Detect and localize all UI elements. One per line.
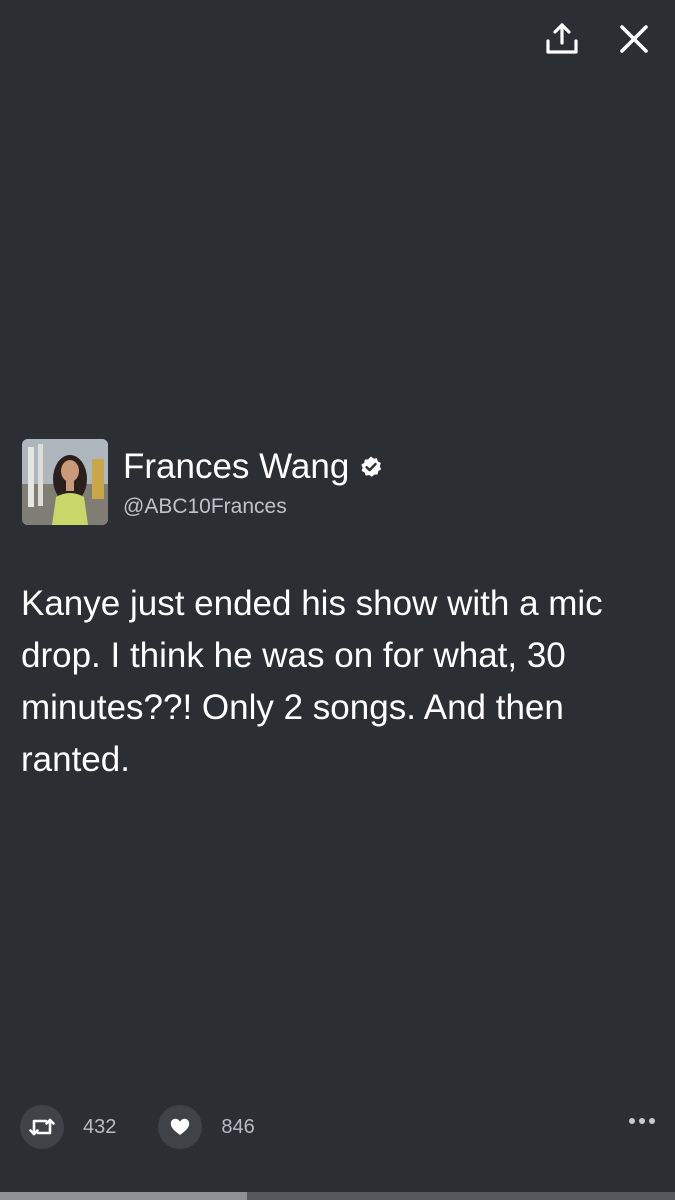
more-dot [639,1118,645,1124]
share-button[interactable] [541,18,583,60]
verified-badge-icon [361,456,382,477]
progress-fill [0,1192,248,1200]
heart-icon [171,1118,190,1135]
like-group: 846 [158,1105,255,1149]
avatar[interactable] [22,439,108,525]
top-bar [541,18,655,60]
more-options-button[interactable] [629,1112,655,1130]
tweet-author[interactable]: Frances Wang @ABC10Frances [22,439,383,525]
author-handle[interactable]: @ABC10Frances [123,495,383,519]
retweet-icon [29,1118,55,1136]
retweet-button[interactable] [20,1105,64,1149]
progress-bar [0,1192,675,1200]
like-button[interactable] [158,1105,203,1149]
more-dot [649,1118,655,1124]
retweet-group: 432 [20,1105,116,1149]
more-dots-icon [629,1118,635,1124]
retweet-count: 432 [83,1115,117,1138]
close-button[interactable] [613,18,655,60]
tweet-text: Kanye just ended his show with a mic dro… [21,584,603,779]
action-bar: 432 846 [20,1104,655,1150]
author-display-name[interactable]: Frances Wang [123,445,349,489]
close-icon [620,25,648,53]
author-names: Frances Wang @ABC10Frances [123,445,383,519]
share-upload-icon [546,23,578,54]
display-name-row: Frances Wang [123,445,383,489]
like-count: 846 [221,1115,255,1138]
